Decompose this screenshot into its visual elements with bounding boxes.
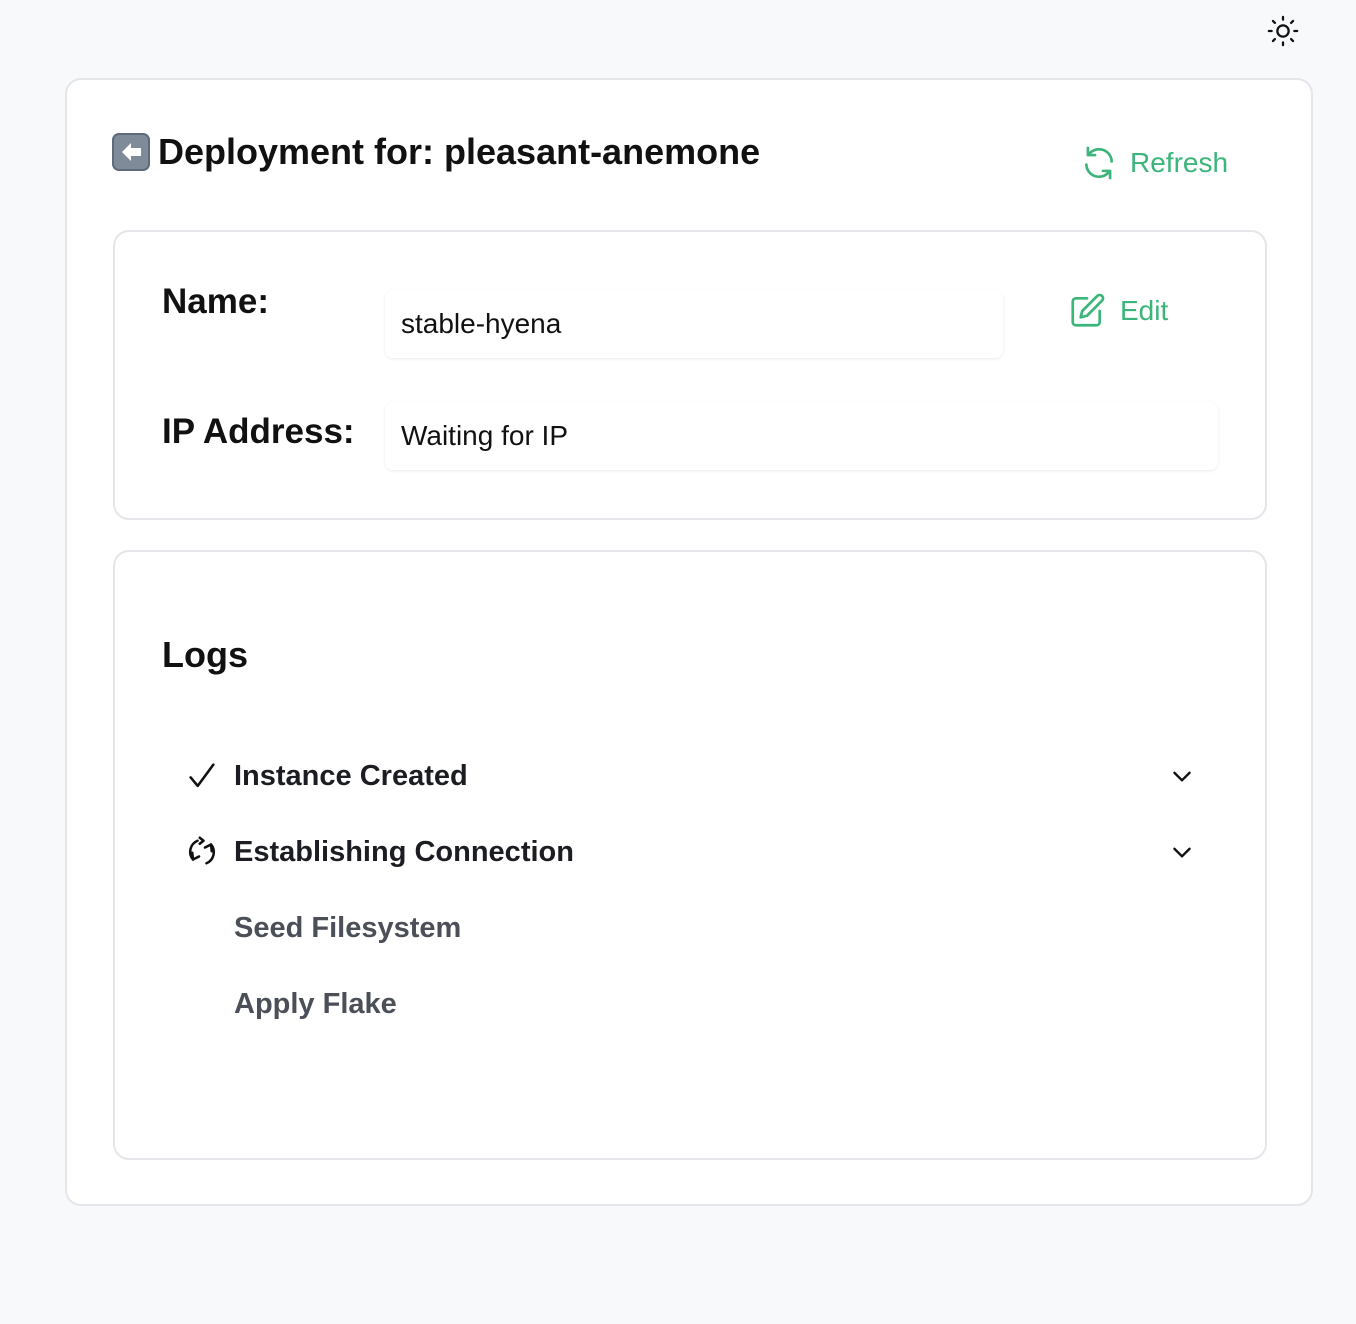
- log-step-label: Seed Filesystem: [234, 911, 462, 944]
- edit-button[interactable]: Edit: [1068, 290, 1168, 332]
- log-step-label: Instance Created: [234, 759, 468, 792]
- log-step-establishing-connection[interactable]: Establishing Connection: [180, 830, 1200, 874]
- refresh-icon: [1084, 146, 1114, 180]
- refresh-button[interactable]: Refresh: [1080, 142, 1228, 184]
- edit-label: Edit: [1120, 295, 1169, 326]
- log-step-label: Establishing Connection: [234, 835, 574, 868]
- details-card: [113, 230, 1267, 520]
- check-icon: [180, 754, 224, 798]
- sync-icon: [180, 830, 224, 874]
- log-step-label: Apply Flake: [234, 987, 397, 1020]
- chevron-down-icon[interactable]: [1164, 758, 1200, 794]
- edit-icon: [1071, 293, 1105, 327]
- name-label: Name:: [162, 282, 269, 321]
- page-title: Deployment for: pleasant-anemone: [158, 131, 761, 172]
- log-status-placeholder: [180, 982, 224, 1026]
- log-step-apply-flake: Apply Flake: [180, 982, 1200, 1026]
- ip-address-field: Waiting for IP: [385, 402, 1218, 470]
- log-status-placeholder: [180, 906, 224, 950]
- logs-title: Logs: [162, 634, 248, 675]
- log-step-instance-created[interactable]: Instance Created: [180, 754, 1200, 798]
- name-field[interactable]: stable-hyena: [385, 290, 1003, 358]
- ip-address-label: IP Address:: [162, 412, 355, 451]
- theme-toggle-button[interactable]: [1264, 12, 1302, 50]
- page-header: Deployment for: pleasant-anemone: [112, 130, 760, 174]
- sun-icon: [1267, 15, 1299, 47]
- log-step-seed-filesystem: Seed Filesystem: [180, 906, 1200, 950]
- back-arrow-icon[interactable]: [112, 133, 150, 171]
- refresh-label: Refresh: [1130, 147, 1229, 178]
- chevron-down-icon[interactable]: [1164, 834, 1200, 870]
